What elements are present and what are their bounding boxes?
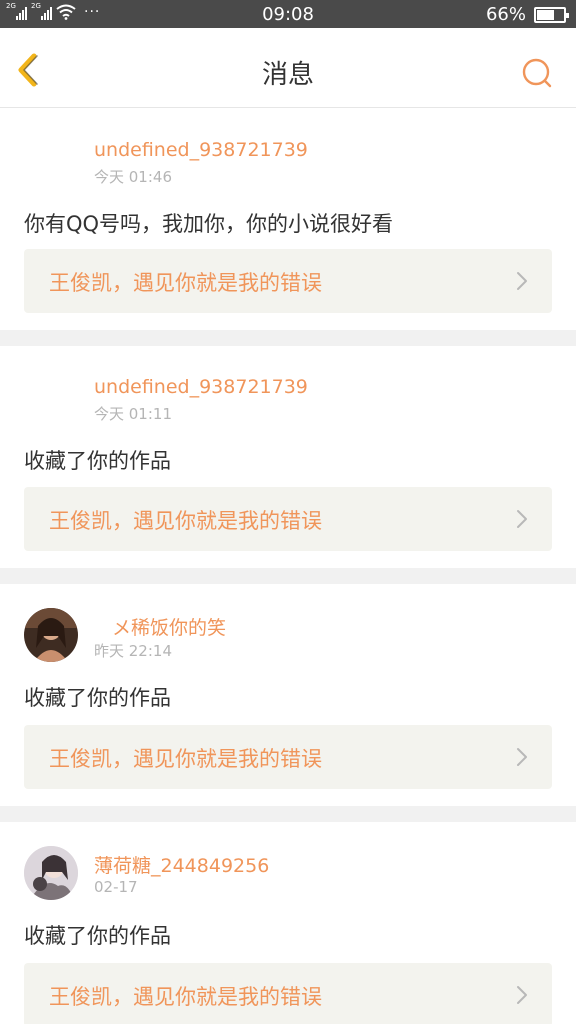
work-link[interactable]: 王俊凯，遇见你就是我的错误 [24,725,552,789]
chevron-right-icon [517,272,527,290]
message-username[interactable]: undefined_938721739 [94,376,308,398]
message-card: メ稀饭你的笑 昨天 22:14 收藏了你的作品 王俊凯，遇见你就是我的错误 [0,584,576,806]
message-text: 你有QQ号吗，我加你，你的小说很好看 [24,212,394,236]
work-link[interactable]: 王俊凯，遇见你就是我的错误 [24,963,552,1024]
work-title: 王俊凯，遇见你就是我的错误 [49,271,322,295]
avatar-image [24,846,78,900]
message-card: undefined_938721739 今天 01:11 收藏了你的作品 王俊凯… [0,346,576,568]
work-link[interactable]: 王俊凯，遇见你就是我的错误 [24,487,552,551]
message-username[interactable]: undefined_938721739 [94,139,308,161]
message-username[interactable]: 薄荷糖_244849256 [94,851,269,878]
message-text: 收藏了你的作品 [24,924,171,948]
message-time: 昨天 22:14 [94,642,172,660]
message-username[interactable]: メ稀饭你的笑 [112,613,226,640]
chevron-right-icon [517,748,527,766]
status-bar: 2G 2G ··· 09:08 66% [0,0,576,28]
message-list: undefined_938721739 今天 01:46 你有QQ号吗，我加你，… [0,108,576,1024]
avatar[interactable] [24,846,78,900]
chevron-right-icon [517,510,527,528]
avatar[interactable] [24,608,78,662]
message-card: 薄荷糖_244849256 02-17 收藏了你的作品 王俊凯，遇见你就是我的错… [0,822,576,1024]
battery-icon [534,6,569,23]
message-time: 02-17 [94,878,138,896]
message-text: 收藏了你的作品 [24,449,171,473]
work-link[interactable]: 王俊凯，遇见你就是我的错误 [24,249,552,313]
message-text: 收藏了你的作品 [24,686,171,710]
work-title: 王俊凯，遇见你就是我的错误 [49,509,322,533]
page-title: 消息 [261,60,314,90]
chevron-right-icon [517,986,527,1004]
work-title: 王俊凯，遇见你就是我的错误 [49,747,322,771]
avatar-image [24,608,78,662]
search-icon[interactable] [520,56,556,92]
nav-bar: 消息 [0,28,576,108]
status-right: 66% [485,4,569,25]
message-time: 今天 01:11 [94,405,172,423]
message-time: 今天 01:46 [94,168,172,186]
message-card: undefined_938721739 今天 01:46 你有QQ号吗，我加你，… [0,108,576,330]
work-title: 王俊凯，遇见你就是我的错误 [49,985,322,1009]
battery-percent: 66% [485,4,526,25]
